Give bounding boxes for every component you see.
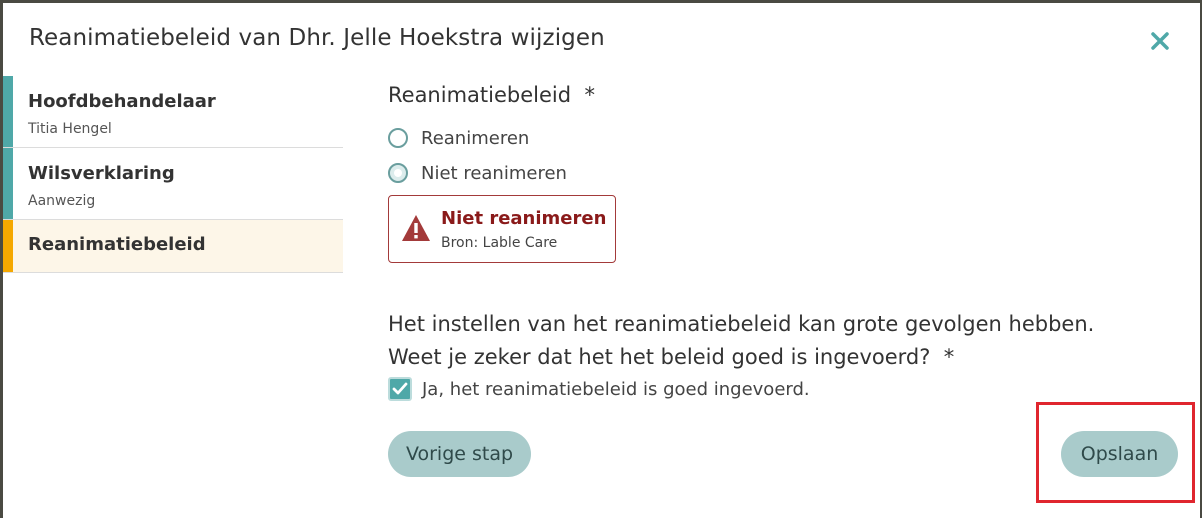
radio-option-reanimeren[interactable]: Reanimeren [388, 125, 529, 151]
previous-step-button[interactable]: Vorige stap [388, 431, 531, 477]
confirmation-question: Het instellen van het reanimatiebeleid k… [388, 308, 1094, 374]
required-marker: * [584, 83, 595, 107]
radio-label: Niet reanimeren [421, 162, 567, 184]
step-subtitle: Titia Hengel [28, 121, 112, 137]
radio-button-selected[interactable] [388, 163, 408, 183]
sidebar-step-reanimatiebeleid[interactable]: Reanimatiebeleid [3, 220, 343, 273]
radio-option-niet-reanimeren[interactable]: Niet reanimeren [388, 160, 567, 186]
dialog-title: Reanimatiebeleid van Dhr. Jelle Hoekstra… [29, 25, 605, 51]
step-subtitle: Aanwezig [28, 193, 96, 209]
close-button[interactable] [1148, 29, 1172, 53]
sidebar-step-wilsverklaring[interactable]: Wilsverklaring Aanwezig [3, 148, 343, 220]
form-content: Reanimatiebeleid * Reanimeren Niet reani… [388, 83, 1188, 401]
question-line-2: Weet je zeker dat het het beleid goed is… [388, 341, 1094, 374]
step-title: Reanimatiebeleid [28, 234, 206, 255]
checkmark-icon [392, 382, 408, 395]
close-icon[interactable] [1148, 29, 1172, 53]
step-title: Wilsverklaring [28, 163, 175, 184]
step-sidebar: Hoofdbehandelaar Titia Hengel Wilsverkla… [3, 76, 343, 273]
dialog: Reanimatiebeleid van Dhr. Jelle Hoekstra… [3, 3, 1200, 518]
required-marker: * [943, 345, 955, 369]
step-title: Hoofdbehandelaar [28, 91, 216, 112]
highlight-box [1036, 402, 1195, 503]
confirm-checkbox-row[interactable]: Ja, het reanimatiebeleid is goed ingevoe… [388, 377, 810, 401]
question-line-2-text: Weet je zeker dat het het beleid goed is… [388, 345, 931, 369]
sidebar-step-hoofdbehandelaar[interactable]: Hoofdbehandelaar Titia Hengel [3, 76, 343, 148]
policy-alert: Niet reanimeren Bron: Lable Care [388, 195, 616, 263]
step-status-bar [3, 148, 13, 219]
alert-source: Bron: Lable Care [441, 235, 558, 251]
radio-label: Reanimeren [421, 127, 530, 149]
confirm-checkbox[interactable] [388, 377, 412, 401]
field-label-text: Reanimatiebeleid [388, 83, 572, 107]
step-status-bar [3, 76, 13, 147]
alert-title: Niet reanimeren [441, 208, 607, 229]
field-label: Reanimatiebeleid * [388, 83, 1188, 107]
step-status-bar [3, 220, 13, 272]
confirm-checkbox-label: Ja, het reanimatiebeleid is goed ingevoe… [422, 378, 810, 400]
warning-icon [402, 215, 430, 241]
radio-button[interactable] [388, 128, 408, 148]
question-line-1: Het instellen van het reanimatiebeleid k… [388, 312, 1095, 336]
